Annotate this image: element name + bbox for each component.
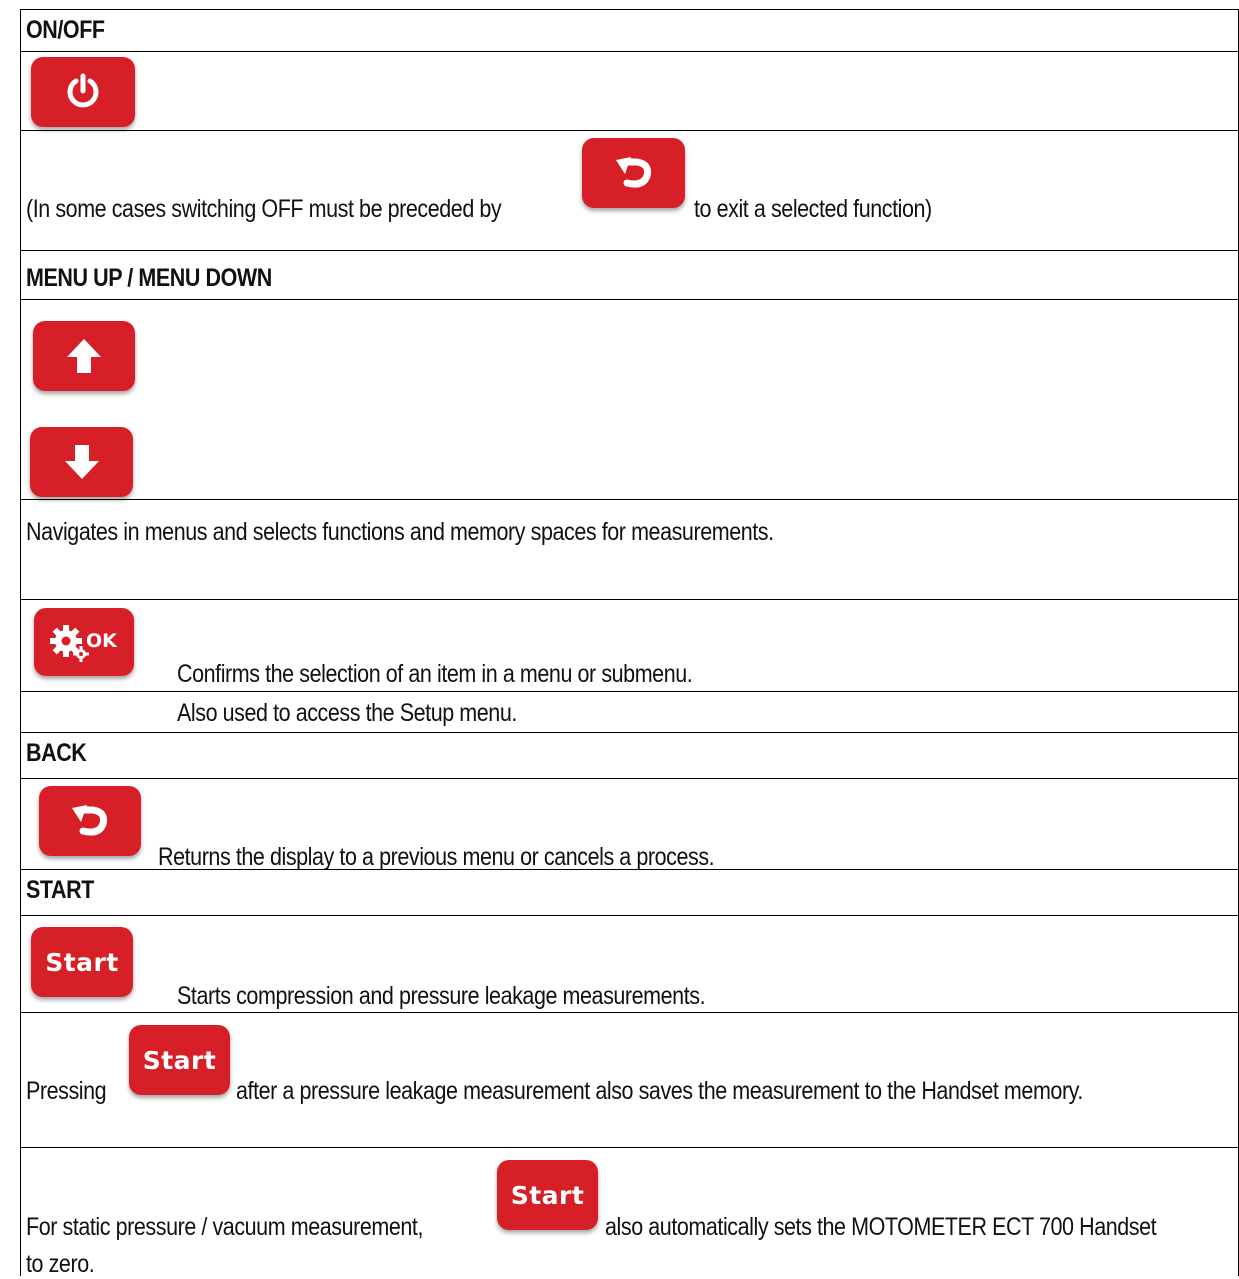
ok-description-line2: Also used to access the Setup menu. (177, 699, 517, 727)
start-key-label: Start (45, 947, 119, 977)
menu-down-key (30, 427, 133, 497)
start-key-label: Start (510, 1180, 585, 1210)
start-static-before: For static pressure / vacuum measurement… (26, 1213, 423, 1241)
row-start-static: For static pressure / vacuum measurement… (20, 1147, 1239, 1278)
row-on-off-header: ON/OFF (20, 9, 1239, 52)
row-menu-header: MENU UP / MENU DOWN (20, 250, 1239, 300)
row-arrow-keys (20, 299, 1239, 500)
heading-on-off: ON/OFF (26, 16, 105, 44)
key-function-table: ON/OFF (In some cases switching OFF must… (0, 0, 1239, 1278)
back-icon (615, 157, 651, 188)
start-save-before: Pressing (26, 1077, 107, 1105)
back-icon (72, 805, 107, 836)
row-back-header: BACK (20, 732, 1239, 779)
arrow-down-icon (64, 445, 99, 479)
row-on-off-note: (In some cases switching OFF must be pre… (20, 130, 1239, 251)
menu-up-key (33, 321, 135, 391)
start-key-inline: Start (129, 1025, 230, 1095)
start-key: Start (31, 927, 133, 997)
start-static-after: also automatically sets the MOTOMETER EC… (605, 1213, 1157, 1241)
back-description: Returns the display to a previous menu o… (158, 843, 715, 871)
menu-description: Navigates in menus and selects functions… (26, 518, 774, 546)
start-key-label: Start (142, 1045, 217, 1075)
row-back-key: Returns the display to a previous menu o… (20, 778, 1239, 871)
heading-back: BACK (26, 739, 87, 767)
start-save-after: after a pressure leakage measurement als… (236, 1077, 1083, 1105)
ok-description-line1: Confirms the selection of an item in a m… (177, 660, 693, 688)
arrow-up-icon (67, 339, 101, 373)
settings-gear-icon: OK (50, 625, 118, 662)
power-icon (67, 73, 99, 108)
row-start-key: Start Starts compression and pressure le… (20, 915, 1239, 1013)
heading-menu: MENU UP / MENU DOWN (26, 264, 272, 292)
start-key-inline-2: Start (497, 1160, 598, 1230)
back-key (39, 786, 141, 856)
on-off-note-after: to exit a selected function) (694, 195, 932, 223)
start-description: Starts compression and pressure leakage … (177, 982, 706, 1010)
heading-start: START (26, 876, 94, 904)
row-ok-key: OK Confirms the selection of an item in … (20, 599, 1239, 692)
start-static-wrap: to zero. (26, 1250, 95, 1278)
row-start-save: Pressing Start after a pressure leakage … (20, 1012, 1239, 1148)
back-key-inline (582, 138, 685, 208)
row-menu-description: Navigates in menus and selects functions… (20, 499, 1239, 600)
row-start-header: START (20, 869, 1239, 916)
ok-key-label: OK (86, 630, 118, 652)
on-off-note-before: (In some cases switching OFF must be pre… (26, 195, 502, 223)
power-key (31, 57, 135, 127)
row-ok-setup: Also used to access the Setup menu. (20, 691, 1239, 733)
row-power-key (20, 51, 1239, 131)
ok-key: OK (34, 608, 134, 676)
